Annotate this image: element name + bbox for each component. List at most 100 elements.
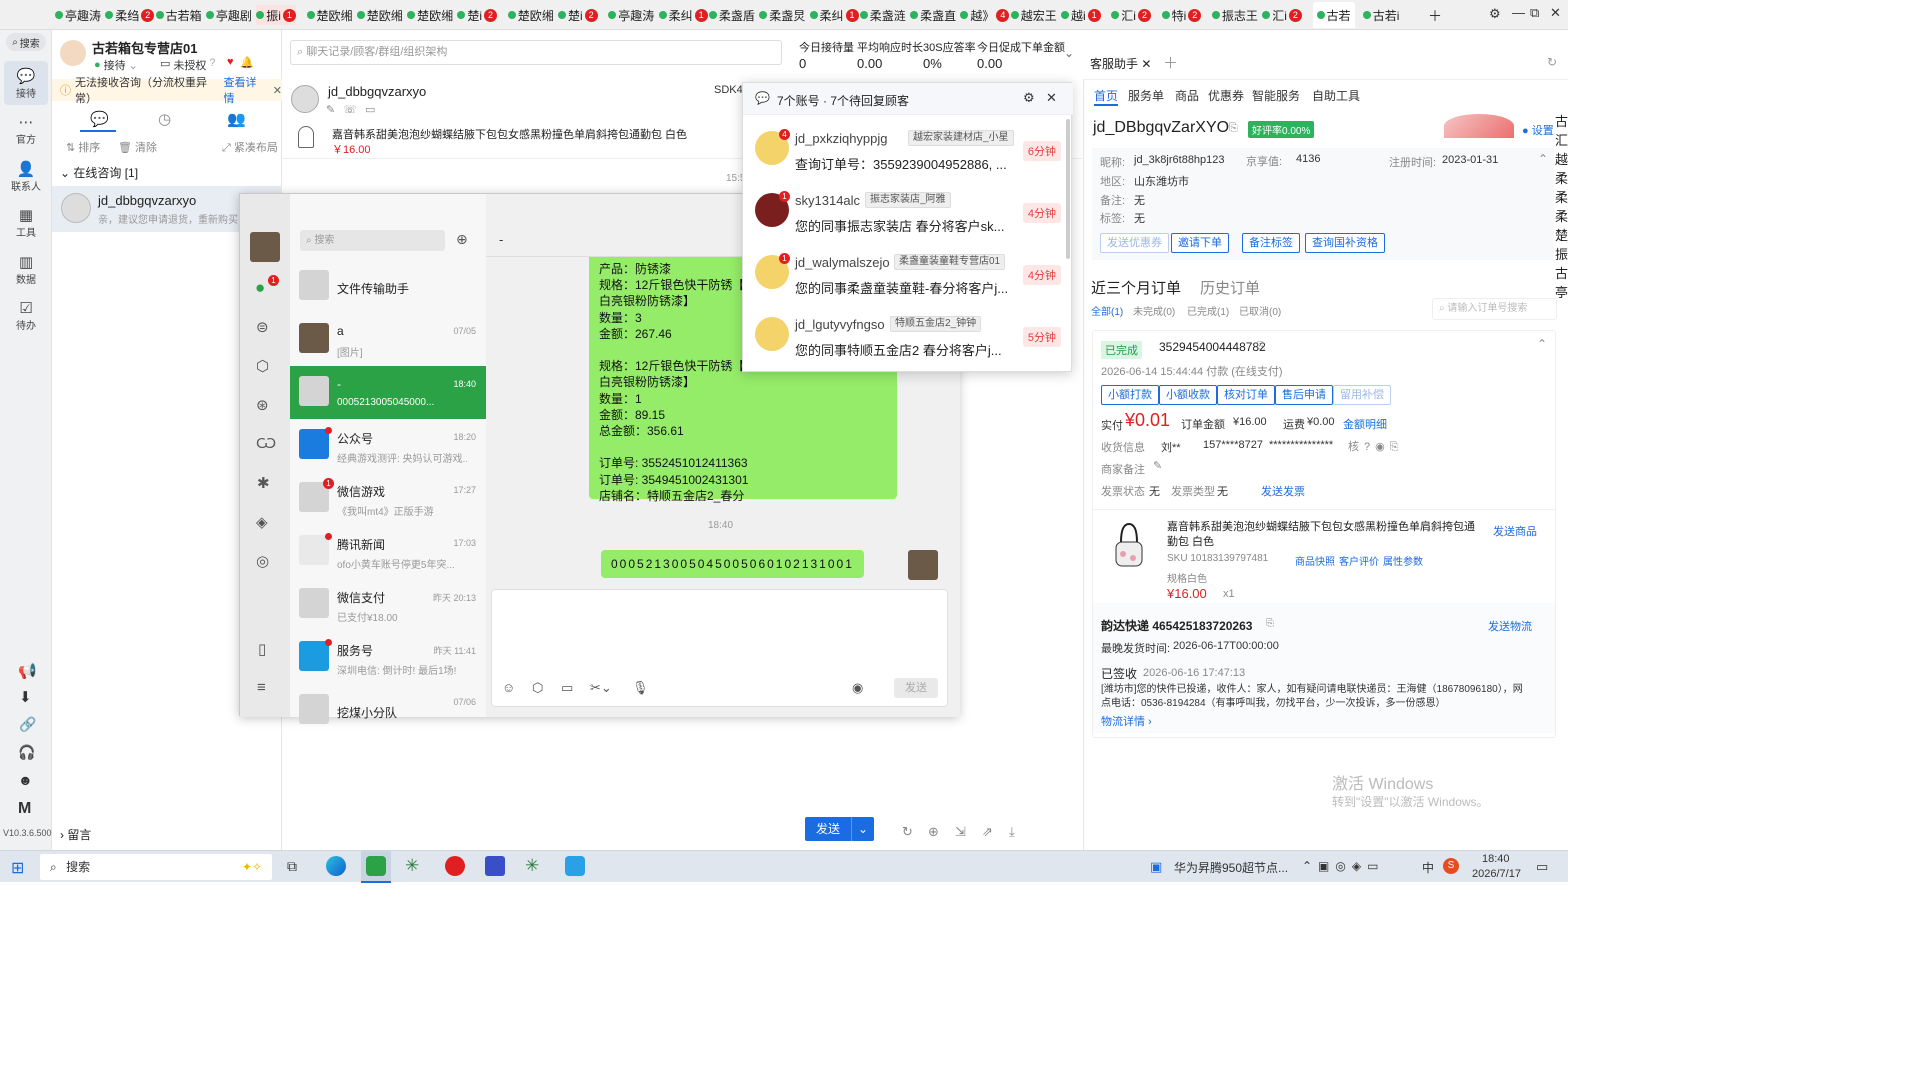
top-tab[interactable]: 亭趣涛	[608, 5, 654, 25]
share-icon[interactable]: ⇗	[982, 824, 993, 840]
top-tab[interactable]: 楚欧缃	[306, 5, 353, 25]
right-nav-tab[interactable]: 自助工具	[1312, 87, 1360, 104]
attributes-link[interactable]: 属性参数	[1383, 553, 1423, 568]
pending-customer-item[interactable]: 1 jd_walymalszejo 柔盏童装童鞋专营店01 您的同事柔盏童装童鞋-春分…	[743, 243, 1073, 305]
product-card[interactable]: 嘉音韩系甜美泡泡纱蝴蝶结腋下包包女感黑粉撞色单肩斜挎包通勤包 白色 ￥16.00	[290, 124, 750, 156]
app-star2-icon[interactable]: ✳	[525, 856, 539, 876]
robot-icon[interactable]: ☻	[18, 772, 33, 788]
wechat-send-button[interactable]: 发送	[894, 678, 938, 698]
diamond-icon[interactable]: ◈	[256, 513, 268, 531]
search-button[interactable]: ⌕ 搜索	[6, 33, 46, 51]
speaker-icon[interactable]: 📢	[18, 662, 37, 680]
profile-action-button[interactable]: 邀请下单	[1171, 233, 1229, 253]
send-invoice-link[interactable]: 发送发票	[1261, 483, 1305, 499]
order-action-button[interactable]: 小额收款	[1159, 385, 1217, 405]
clock-icon[interactable]: ◷	[158, 110, 171, 128]
close-icon[interactable]: ✕	[1550, 5, 1561, 21]
wechat-app-icon[interactable]	[361, 851, 391, 883]
chevron-down-icon[interactable]: ⌄	[1064, 46, 1074, 60]
order-filter[interactable]: 已完成(1)	[1187, 303, 1229, 318]
menu-icon[interactable]: ≡	[257, 679, 266, 696]
tray-icons[interactable]: ⌃▣◎◈▭	[1302, 859, 1384, 873]
top-tab[interactable]: 柔纠 1	[658, 5, 708, 25]
close-icon[interactable]: ✕	[1046, 90, 1057, 106]
send-options-dropdown[interactable]: ⌄	[851, 817, 874, 841]
wechat-input-area[interactable]	[491, 589, 948, 707]
nav-chat[interactable]: 💬 接待	[4, 61, 48, 105]
compact-layout-button[interactable]: ⤢ 紧凑布局	[222, 139, 278, 155]
top-tab[interactable]: 越i 1	[1061, 5, 1101, 25]
right-nav-tab[interactable]: 商品	[1175, 87, 1199, 104]
news-icon[interactable]: ▣	[1150, 859, 1162, 875]
clear-button[interactable]: 🗑 清除	[118, 139, 157, 155]
gear-icon[interactable]: ⚙	[1023, 90, 1035, 106]
sort-button[interactable]: ⇅ 排序	[66, 139, 100, 155]
collapse-icon[interactable]: ⌃	[1537, 337, 1547, 351]
top-tab[interactable]: 楚欧缃	[407, 5, 453, 25]
wechat-chat-item[interactable]: 腾讯新闻 17:03 ofo小黄车账号停更5年突...	[290, 525, 486, 578]
news-ticker[interactable]: 华为昇腾950超节点...	[1174, 859, 1288, 876]
contacts-icon[interactable]: ⊜	[256, 318, 269, 336]
heart-icon[interactable]: ♥	[227, 56, 234, 68]
settings-link[interactable]: ● 设置	[1522, 122, 1554, 138]
top-tab[interactable]: 柔绉 2	[105, 5, 155, 25]
auth-status[interactable]: ▭ 未授权?	[160, 57, 216, 73]
scissors-icon[interactable]: ✂⌄	[590, 680, 612, 696]
right-nav-tab[interactable]: 服务单	[1128, 87, 1164, 104]
wechat-chat-item[interactable]: 服务号 昨天 11:41 深圳电信: 倒计时! 最后1场!	[290, 631, 486, 684]
add-chat-icon[interactable]: ⊕	[456, 231, 468, 248]
ime-indicator[interactable]: 中	[1422, 859, 1434, 876]
chat-icon[interactable]: ●	[255, 278, 265, 298]
online-section-header[interactable]: ⌄ 在线咨询 [1]	[60, 164, 138, 181]
emoji-icon[interactable]: ☺	[502, 680, 515, 695]
minimize-icon[interactable]: —	[1512, 5, 1525, 20]
order-action-button[interactable]: 留用补偿	[1333, 385, 1391, 405]
send-express-link[interactable]: 发送物流	[1488, 618, 1532, 634]
status-dropdown[interactable]: ● 接待 ⌄	[94, 57, 138, 73]
top-tab[interactable]: 柔盏炅	[759, 5, 805, 25]
microphone-icon[interactable]: 🎙	[632, 680, 649, 696]
copy-icon[interactable]: ⎘	[1266, 618, 1274, 629]
collapse-icon[interactable]: ⇲	[955, 824, 966, 840]
settings-icon[interactable]: ⚙	[1489, 6, 1501, 22]
top-tab[interactable]: 越宏王	[1010, 5, 1057, 25]
wechat-search-input[interactable]: ⌕ 搜索	[300, 230, 445, 251]
download-icon[interactable]: ⬇	[19, 688, 32, 706]
download-icon[interactable]: ⤓	[1009, 824, 1015, 840]
edge-browser-icon[interactable]	[326, 856, 346, 876]
top-tab[interactable]: 楚i 2	[457, 5, 498, 25]
close-icon[interactable]: ✕	[273, 84, 282, 97]
snapshot-link[interactable]: 商品快照	[1295, 553, 1335, 568]
leave-message-section[interactable]: › 留言	[60, 826, 91, 843]
express-more-link[interactable]: 物流详情 ›	[1101, 713, 1152, 729]
recv-actions[interactable]: 核?◉⎘	[1348, 438, 1404, 454]
refresh-icon[interactable]: ↻	[902, 824, 913, 840]
top-tab[interactable]: 汇i 2	[1262, 5, 1302, 25]
maximize-icon[interactable]: ⧉	[1530, 5, 1539, 21]
order-filter[interactable]: 全部(1)	[1091, 303, 1123, 318]
edit-icon[interactable]: ✎	[1153, 459, 1162, 472]
nav-message[interactable]: ⋯ 官方	[4, 108, 48, 152]
order-search-input[interactable]: ⌕ 请输入订单号搜索	[1432, 298, 1557, 320]
nav-grid[interactable]: ▦ 工具	[4, 201, 48, 245]
wechat-chat-item[interactable]: 文件传输助手	[290, 260, 486, 313]
reload-icon[interactable]: ↻	[1547, 55, 1557, 69]
m-logo-icon[interactable]: M	[18, 800, 31, 818]
pending-customer-item[interactable]: 1 sky1314alc 振志家装店_阿雅 您的同事振志家装店 春分将客户sk... 4…	[743, 181, 1073, 243]
top-search-input[interactable]: ⌕ 聊天记录/顾客/群组/组织架构	[290, 40, 782, 65]
top-tab[interactable]: 振i 1	[256, 5, 296, 25]
profile-action-button[interactable]: 备注标签	[1242, 233, 1300, 253]
customer-actions[interactable]: ✎☏▭	[326, 103, 383, 116]
wechat-avatar[interactable]	[250, 232, 280, 262]
send-product-link[interactable]: 发送商品	[1493, 523, 1537, 539]
app-chat-icon[interactable]	[565, 856, 585, 876]
top-tab[interactable]: 汇i 2	[1111, 5, 1151, 25]
history-orders-tab[interactable]: 历史订单	[1200, 277, 1260, 298]
sent-message-bubble[interactable]: 0005213005045005060102131001	[601, 550, 864, 578]
right-nav-tab[interactable]: 首页	[1094, 87, 1118, 104]
copy-icon[interactable]: ⎘	[1229, 122, 1238, 135]
chat-bubble-icon[interactable]: 💬	[90, 110, 109, 128]
bell-icon[interactable]: 🔔	[240, 56, 254, 69]
add-circle-icon[interactable]: ⊕	[928, 824, 939, 840]
top-tab[interactable]: 楚欧缃	[507, 5, 554, 25]
